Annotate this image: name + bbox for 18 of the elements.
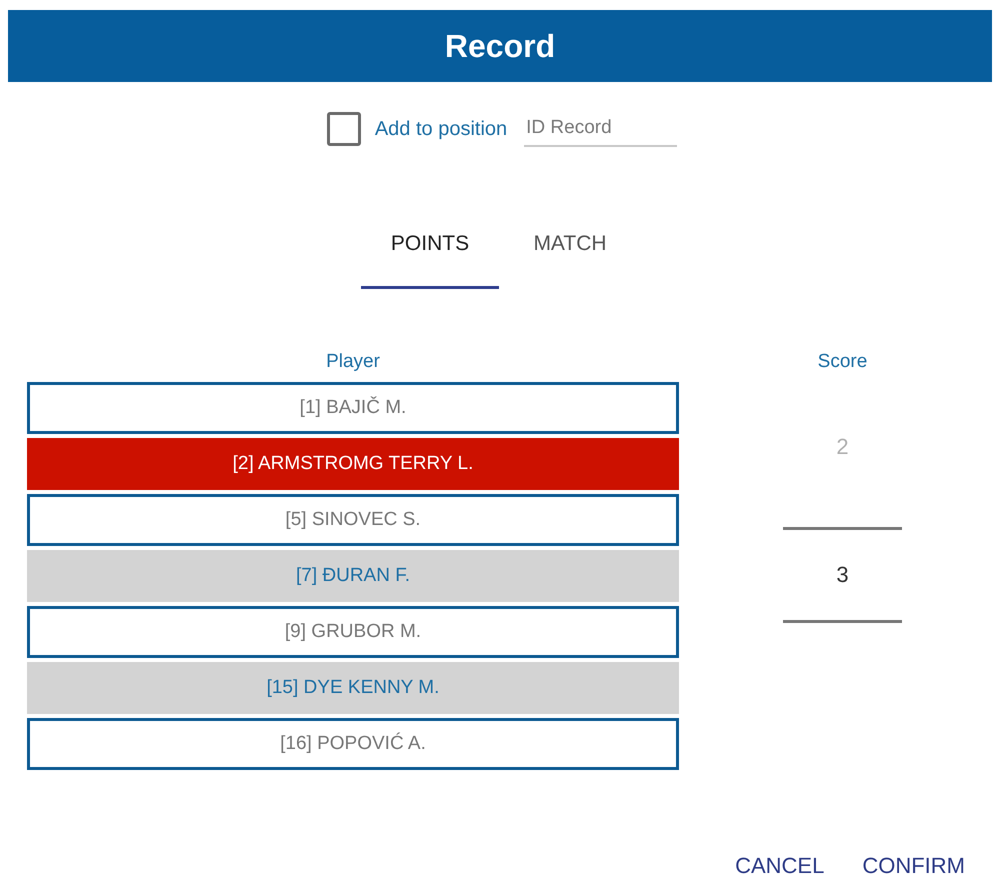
column-header: Score <box>818 350 868 374</box>
player-row[interactable]: [2] ARMSTROMG TERRY L. <box>27 438 679 490</box>
checkbox[interactable] <box>326 112 361 146</box>
dialog-title: Record <box>444 28 556 64</box>
column-header: Player <box>326 350 380 374</box>
score-value[interactable]: 3 <box>783 527 902 623</box>
player-row[interactable]: [1] BAJIČ M. <box>27 382 679 434</box>
player-row[interactable]: [7] ĐURAN F. <box>27 550 679 602</box>
checkbox-label[interactable]: Add to position <box>374 118 508 140</box>
player-row[interactable]: [16] POPOVIĆ A. <box>27 718 679 770</box>
player-row[interactable]: [15] DYE KENNY M. <box>27 662 679 714</box>
tab[interactable]: POINTS <box>361 215 499 289</box>
id-record-field[interactable]: ID Record <box>524 111 678 147</box>
player-row[interactable]: [9] GRUBOR M. <box>27 606 679 658</box>
dialog-button[interactable]: CONFIRM <box>854 846 973 886</box>
dialog-button[interactable]: CANCEL <box>727 846 832 886</box>
player-row[interactable]: [5] SINOVEC S. <box>27 494 679 546</box>
tab[interactable]: MATCH <box>501 215 639 289</box>
